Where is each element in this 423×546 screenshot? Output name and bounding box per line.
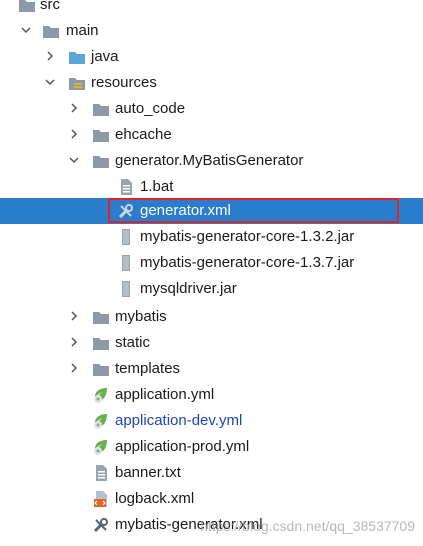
text-file-icon	[96, 465, 107, 481]
folder-icon	[93, 312, 109, 324]
spring-config-icon	[94, 388, 107, 403]
spring-config-icon	[94, 440, 107, 455]
spring-config-icon	[94, 414, 107, 429]
wrench-screwdriver-icon	[118, 204, 133, 219]
tree-row-generator-xml[interactable]: generator.xml	[0, 198, 423, 224]
folder-icon	[19, 0, 35, 12]
watermark: https://blog.csdn.net/qq_38537709	[200, 518, 415, 534]
chevron-right-icon[interactable]	[68, 310, 80, 322]
tree-label-banner-txt: banner.txt	[115, 464, 181, 481]
chevron-right-icon[interactable]	[68, 102, 80, 114]
tree-label-static: static	[115, 334, 151, 351]
tree-row-templates[interactable]: templates	[0, 356, 423, 382]
jar-file-icon	[122, 229, 130, 245]
tree-row-src[interactable]: src	[0, 0, 423, 18]
chevron-down-icon[interactable]	[68, 154, 80, 166]
resources-folder-icon	[69, 78, 85, 90]
folder-icon	[93, 104, 109, 116]
tree-label-generator-xml: generator.xml	[140, 202, 231, 219]
folder-icon	[93, 338, 109, 350]
tree-label-java: java	[91, 48, 119, 65]
chevron-right-icon[interactable]	[68, 336, 80, 348]
folder-icon	[93, 130, 109, 142]
tree-label-mysqldriver: mysqldriver.jar	[140, 280, 237, 297]
source-folder-icon	[69, 52, 85, 64]
chevron-right-icon[interactable]	[68, 362, 80, 374]
tree-label-auto-code: auto_code	[115, 100, 186, 117]
tree-label-mybatis: mybatis	[115, 308, 167, 325]
tree-row-application-dev-yml[interactable]: application-dev.yml	[0, 408, 423, 434]
tree-label-generator-folder: generator.MyBatisGenerator	[115, 152, 304, 169]
text-file-icon	[121, 179, 132, 195]
tree-label-ehcache: ehcache	[115, 126, 172, 143]
tree-label-application-yml: application.yml	[115, 386, 215, 403]
chevron-down-icon[interactable]	[20, 24, 32, 36]
tree-label-application-dev-yml: application-dev.yml	[115, 412, 243, 429]
tree-row-bat[interactable]: 1.bat	[0, 174, 423, 200]
tree-row-generator-folder[interactable]: generator.MyBatisGenerator	[0, 148, 423, 174]
tree-row-resources[interactable]: resources	[0, 70, 423, 96]
tree-label-logback-xml: logback.xml	[115, 490, 195, 507]
tree-label-main: main	[66, 22, 99, 39]
tree-row-main[interactable]: main	[0, 18, 423, 44]
tree-label-resources: resources	[91, 74, 157, 91]
tree-label-core-132: mybatis-generator-core-1.3.2.jar	[140, 228, 355, 245]
tree-row-application-yml[interactable]: application.yml	[0, 382, 423, 408]
chevron-down-icon[interactable]	[44, 76, 56, 88]
tree-row-core-137[interactable]: mybatis-generator-core-1.3.7.jar	[0, 250, 423, 276]
tree-row-java[interactable]: java	[0, 44, 423, 70]
xml-file-icon	[94, 491, 107, 507]
tree-row-mysqldriver[interactable]: mysqldriver.jar	[0, 276, 423, 302]
tree-label-bat: 1.bat	[140, 178, 174, 195]
jar-file-icon	[122, 255, 130, 271]
tree-label-templates: templates	[115, 360, 181, 377]
tree-row-static[interactable]: static	[0, 330, 423, 356]
tree-label-application-prod-yml: application-prod.yml	[115, 438, 250, 455]
tree-row-logback-xml[interactable]: logback.xml	[0, 486, 423, 512]
tree-row-auto-code[interactable]: auto_code	[0, 96, 423, 122]
wrench-screwdriver-icon	[93, 518, 108, 533]
tree-row-banner-txt[interactable]: banner.txt	[0, 460, 423, 486]
chevron-right-icon[interactable]	[44, 50, 56, 62]
folder-icon	[43, 26, 59, 38]
tree-label-src: src	[40, 0, 60, 13]
tree-row-application-prod-yml[interactable]: application-prod.yml	[0, 434, 423, 460]
folder-icon	[93, 156, 109, 168]
tree-row-ehcache[interactable]: ehcache	[0, 122, 423, 148]
tree-row-mybatis[interactable]: mybatis	[0, 304, 423, 330]
chevron-right-icon[interactable]	[68, 128, 80, 140]
jar-file-icon	[122, 281, 130, 297]
folder-icon	[93, 364, 109, 376]
tree-row-core-132[interactable]: mybatis-generator-core-1.3.2.jar	[0, 224, 423, 250]
tree-label-core-137: mybatis-generator-core-1.3.7.jar	[140, 254, 355, 271]
